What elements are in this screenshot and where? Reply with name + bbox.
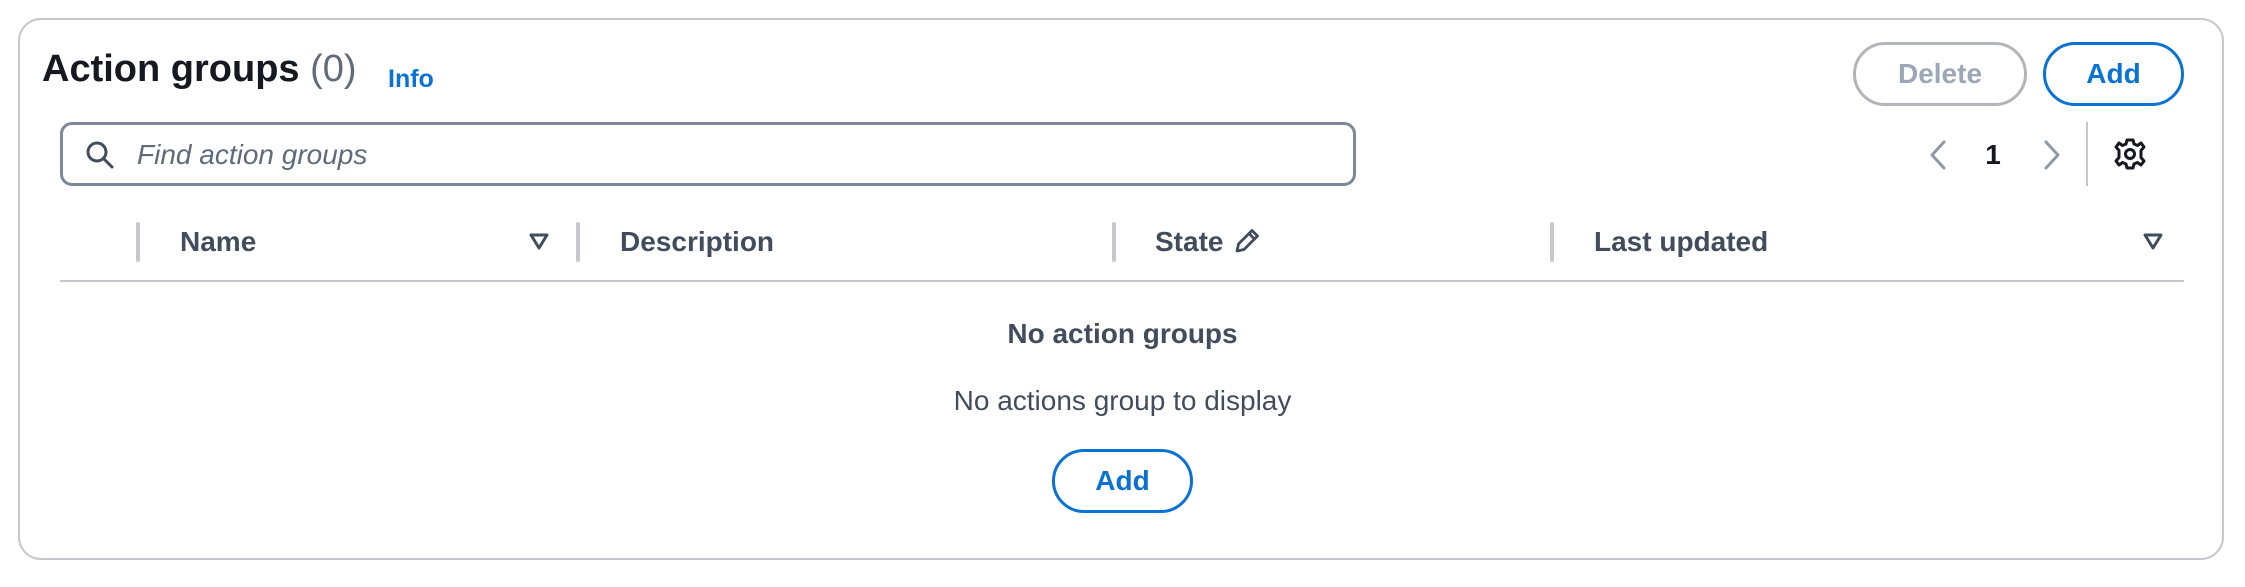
page-number[interactable]: 1 (1976, 139, 2010, 171)
gear-icon[interactable] (2112, 136, 2148, 172)
pagination-divider (2086, 122, 2088, 186)
sort-down-icon[interactable] (528, 230, 550, 252)
column-separator[interactable] (576, 222, 580, 262)
empty-state-description: No actions group to display (953, 385, 1292, 416)
column-header-description: Description (620, 226, 775, 257)
title-count: (0) (310, 48, 357, 90)
page-title: Action groups (0) (42, 50, 357, 88)
search-input[interactable] (135, 131, 1339, 179)
column-separator[interactable] (1112, 222, 1116, 262)
search-icon (86, 141, 114, 169)
delete-button[interactable]: Delete (1853, 42, 2027, 106)
table-header: Name Description State Last updated (60, 218, 2184, 282)
info-link[interactable]: Info (388, 67, 434, 92)
column-header-state: State (1155, 226, 1224, 257)
sort-down-icon[interactable] (2142, 230, 2164, 252)
title-text: Action groups (42, 48, 300, 90)
column-separator (136, 222, 140, 262)
search-field[interactable] (60, 122, 1356, 186)
pencil-icon (1235, 229, 1259, 253)
chevron-right-icon[interactable] (2034, 130, 2068, 180)
add-button[interactable]: Add (2043, 42, 2184, 106)
column-header-last-updated[interactable]: Last updated (1594, 226, 1768, 258)
empty-state-add-button[interactable]: Add (1052, 449, 1193, 513)
chevron-left-icon[interactable] (1922, 130, 1956, 180)
empty-state-title: No action groups (1007, 318, 1238, 349)
column-header-name[interactable]: Name (180, 226, 256, 258)
column-separator[interactable] (1550, 222, 1554, 262)
